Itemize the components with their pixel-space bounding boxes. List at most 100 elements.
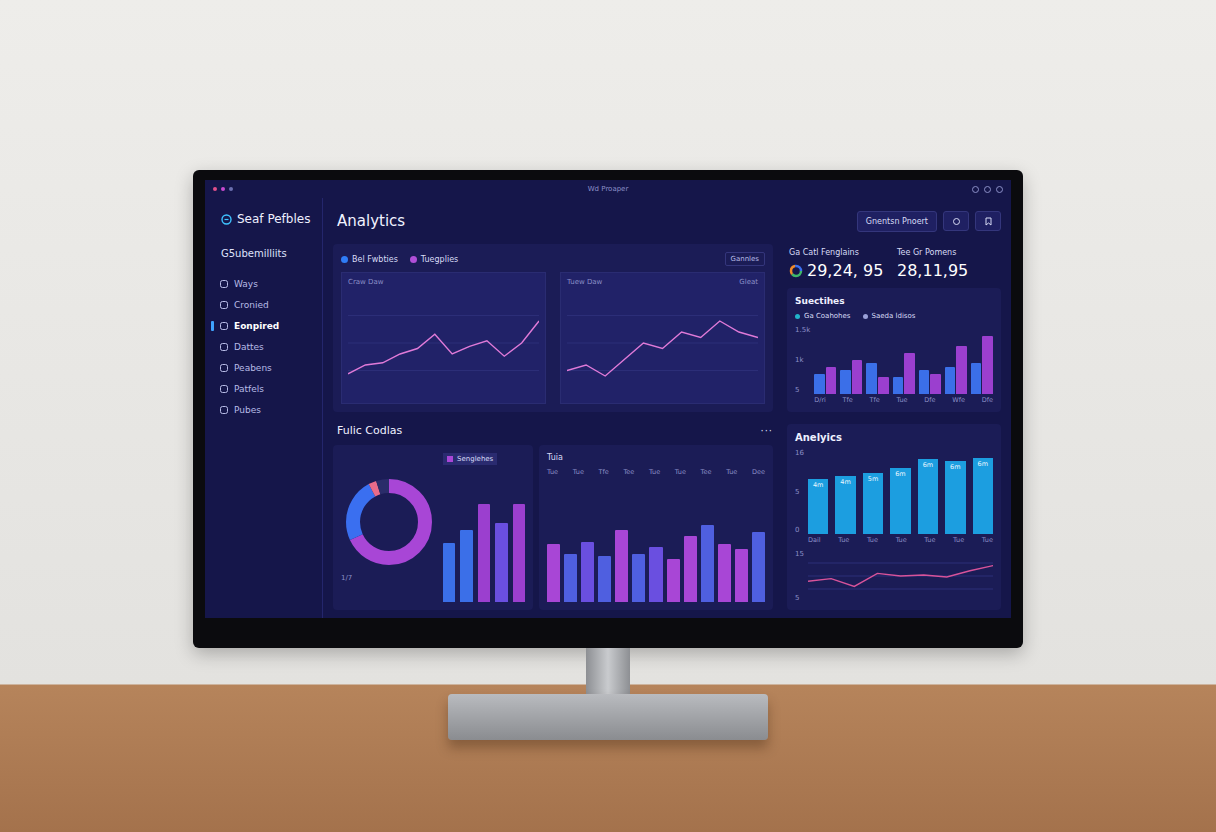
bar (478, 504, 490, 602)
x-tick: Dail (808, 536, 821, 544)
y-tick: 16 (795, 449, 804, 457)
more-menu[interactable]: ··· (760, 425, 773, 436)
bar-chart (814, 326, 993, 394)
nav-icon (220, 280, 228, 288)
x-tick: Tue (547, 468, 558, 476)
window-title: Wd Proaper (588, 185, 629, 193)
bar: 4m (808, 479, 828, 534)
y-tick: 5 (795, 488, 804, 496)
bar (852, 360, 863, 394)
bar-chart: 4m4m5m6m6m6m6m (808, 449, 993, 534)
nav-icon (220, 364, 228, 372)
legend-item: Bel Fwbties (341, 255, 398, 264)
x-tick: Tue (896, 536, 907, 544)
bar-value: 6m (978, 460, 988, 535)
nav-icon (220, 385, 228, 393)
section-title: Fulic Codlas (337, 424, 402, 437)
bar (930, 374, 941, 394)
sidebar-item[interactable]: Cronied (211, 294, 322, 315)
x-tick: Tue (982, 536, 993, 544)
x-tick: D/ri (814, 396, 826, 404)
x-tick: Dee (752, 468, 765, 476)
nav-icon (220, 322, 228, 330)
sidebar-item[interactable]: Eonpired (211, 315, 322, 336)
bar-value: 6m (950, 463, 960, 534)
bar (649, 547, 662, 602)
report-button[interactable]: Gnentsn Pnoert (857, 211, 937, 232)
bar (443, 543, 455, 602)
bar (971, 363, 982, 394)
bar (495, 523, 507, 602)
bar (615, 530, 628, 602)
window-dot (221, 187, 225, 191)
window-dot (229, 187, 233, 191)
chart-title: Tuew Daw (567, 278, 602, 286)
sidebar-item[interactable]: Dattes (211, 336, 322, 357)
active-marker (211, 363, 214, 373)
y-tick: 5 (795, 594, 804, 602)
bar (581, 542, 594, 602)
bar (564, 554, 577, 602)
bar-value: 6m (923, 461, 933, 534)
bar-value: 5m (868, 475, 878, 534)
x-tick: Tfe (843, 396, 853, 404)
nav-icon (220, 343, 228, 351)
x-tick: Tue (726, 468, 737, 476)
active-marker (211, 342, 214, 352)
active-marker (211, 300, 214, 310)
bar (919, 370, 930, 394)
breakdown-card: 1/7Senglehes (333, 445, 533, 610)
bar-chart (547, 482, 765, 602)
sidebar-heading: G5ubemilliits (221, 248, 322, 259)
chart-action[interactable]: Gleat (739, 278, 758, 286)
x-tick: Dfe (982, 396, 993, 404)
bar (840, 370, 851, 394)
status-icon (972, 186, 979, 193)
y-tick: 1.5k (795, 326, 810, 334)
share-button[interactable] (943, 211, 969, 231)
x-tick: Tfe (870, 396, 880, 404)
bar (752, 532, 765, 602)
bar-value: 6m (895, 470, 905, 534)
sidebar-item[interactable]: Pubes (211, 399, 322, 420)
y-tick: 15 (795, 550, 804, 558)
monitor-neck (586, 648, 630, 694)
x-tick: Tee (624, 468, 635, 476)
bar (904, 353, 915, 394)
bar: 6m (890, 468, 910, 534)
line-chart (348, 288, 539, 398)
bar-value: 4m (840, 478, 850, 534)
sidebar-item[interactable]: Ways (211, 273, 322, 294)
line-chart-panel: Tuew Daw Gleat (560, 272, 765, 404)
filter-tag[interactable]: Gannles (725, 252, 766, 266)
wifi-icon (984, 186, 991, 193)
y-tick: 1k (795, 356, 810, 364)
bar (701, 525, 714, 602)
bar (893, 377, 904, 394)
brand[interactable]: Seaf Pefbles (221, 212, 322, 226)
sidebar-item[interactable]: Patfels (211, 378, 322, 399)
active-marker (211, 321, 214, 331)
x-tick: Dfe (924, 396, 935, 404)
chart-title: Tuia (547, 453, 765, 462)
x-tick: Tue (867, 536, 878, 544)
active-marker (211, 405, 214, 415)
x-tick: Tue (924, 536, 935, 544)
title-bar: Wd Proaper (205, 180, 1011, 198)
trends-card: Bel FwbtiesTuegpliesGannlesCraw DawTuew … (333, 244, 773, 412)
share-icon (952, 217, 961, 226)
legend-item: Ga Coahohes (795, 312, 851, 320)
bookmark-button[interactable] (975, 211, 1001, 231)
dashboard: Wd Proaper Seaf Pefbles G5ubemilliits WaysC… (205, 180, 1011, 618)
bar (513, 504, 525, 602)
bar (826, 367, 837, 394)
nav-icon (220, 301, 228, 309)
line-chart (808, 550, 993, 602)
bar: 6m (973, 458, 993, 535)
bar: 6m (918, 459, 938, 534)
bar: 4m (835, 476, 855, 534)
x-tick: Tue (649, 468, 660, 476)
sidebar-item[interactable]: Peabens (211, 357, 322, 378)
legend-item: Tuegplies (410, 255, 458, 264)
tuia-card: TuiaTueTueTfeTeeTueTueTeeTueDee (539, 445, 773, 610)
